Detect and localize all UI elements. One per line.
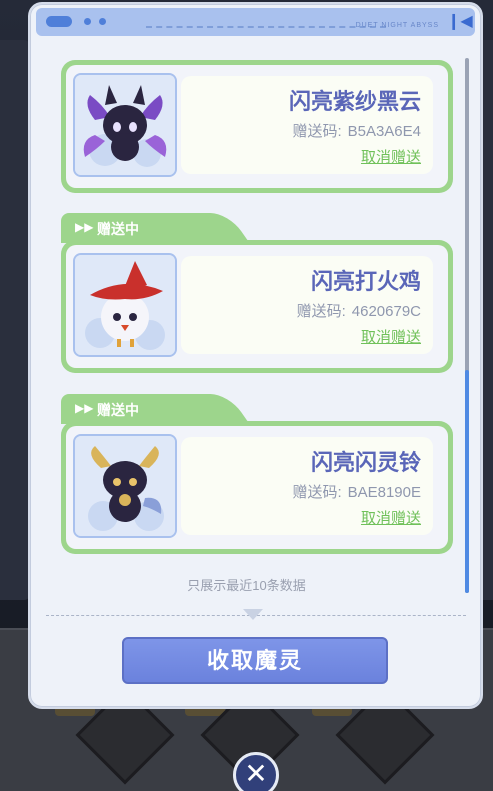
gift-code-label: 赠送码: [292,484,342,501]
pet-name: 闪亮闪灵铃 [310,450,421,475]
brand-label: DUET NIGHT ABYSS [355,22,439,29]
status-label: 赠送中 [97,402,139,418]
background-panel [0,40,30,600]
gift-code-value: B5A3A6E4 [347,123,421,140]
status-tab: ▶▶ 赠送中 [61,394,221,424]
cancel-gift-button[interactable]: 取消赠送 [361,146,421,167]
cancel-gift-button[interactable]: 取消赠送 [361,507,421,528]
gift-card: 闪亮紫纱黑云 赠送码: B5A3A6E4 取消赠送 [61,60,453,193]
divider-arrow-icon [243,609,263,620]
gift-code-value: 4620679C [351,303,421,320]
collapse-icon[interactable]: ❙◀ [447,12,473,32]
status-label: 赠送中 [97,221,139,237]
header-decoration [99,18,106,25]
gift-info: 闪亮闪灵铃 赠送码: BAE8190E 取消赠送 [181,437,433,535]
collect-pet-button[interactable]: 收取魔灵 [122,637,388,684]
pet-name: 闪亮紫纱黑云 [288,89,421,114]
gift-code: 赠送码: BAE8190E [292,481,421,502]
gift-card: 闪亮闪灵铃 赠送码: BAE8190E 取消赠送 [61,421,453,554]
close-icon[interactable]: ✕ [233,752,279,791]
gift-info: 闪亮紫纱黑云 赠送码: B5A3A6E4 取消赠送 [181,76,433,174]
header-divider [146,26,386,28]
scrollbar[interactable] [465,58,469,593]
gift-code: 赠送码: 4620679C [297,300,421,321]
dialog-header: DUET NIGHT ABYSS ❙◀ [36,8,475,36]
fast-forward-icon: ▶▶ [75,220,94,234]
pet-avatar-icon [73,73,177,177]
gift-card: 闪亮打火鸡 赠送码: 4620679C 取消赠送 [61,240,453,373]
pet-avatar-icon [73,434,177,538]
cancel-gift-button[interactable]: 取消赠送 [361,326,421,347]
pet-avatar-icon [73,253,177,357]
pet-name: 闪亮打火鸡 [310,269,421,294]
gift-code-label: 赠送码: [296,303,346,320]
gift-code: 赠送码: B5A3A6E4 [292,120,421,141]
gift-code-label: 赠送码: [292,123,342,140]
footer-note: 只展示最近10条数据 [187,578,306,593]
fast-forward-icon: ▶▶ [75,401,94,415]
scrollbar-thumb[interactable] [465,370,469,593]
header-decoration [46,16,72,27]
gift-info: 闪亮打火鸡 赠送码: 4620679C 取消赠送 [181,256,433,354]
header-decoration [84,18,91,25]
status-tab: ▶▶ 赠送中 [61,213,221,243]
gift-code-value: BAE8190E [347,484,421,501]
